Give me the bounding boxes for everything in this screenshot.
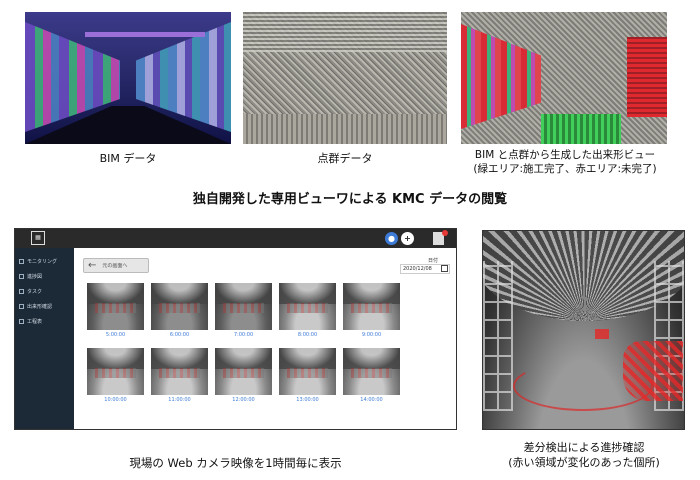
thumbnail-time: 5:00:00 <box>105 332 126 338</box>
panorama-caption: 差分検出による進捗確認 (赤い領域が変化のあった個所) <box>470 440 698 470</box>
camera-thumbnail[interactable]: 5:00:00 <box>87 283 144 338</box>
point-cloud-caption: 点群データ <box>317 152 373 165</box>
camera-thumbnail[interactable]: 11:00:00 <box>151 348 208 403</box>
camera-thumbnail[interactable]: 6:00:00 <box>151 283 208 338</box>
thumbnail-time: 12:00:00 <box>232 397 255 403</box>
section-heading: 独自開発した専用ビューワによる KMC データの閲覧 <box>192 192 508 207</box>
thumbnail-time: 13:00:00 <box>296 397 319 403</box>
thumbnail-image[interactable] <box>279 348 336 395</box>
thumbnail-time: 9:00:00 <box>361 332 382 338</box>
as-built-caption-line1: BIM と点群から生成した出来形ビュー <box>474 149 656 161</box>
add-button[interactable]: + <box>401 232 414 245</box>
bim-caption: BIM データ <box>99 152 157 165</box>
back-button-label: 元の画面へ <box>102 263 128 269</box>
thumbnail-image[interactable] <box>215 283 272 330</box>
sidebar-item-monitoring[interactable]: モニタリング <box>15 254 74 269</box>
panorama-diff-image <box>482 230 685 430</box>
viewer-caption: 現場の Web カメラ映像を1時間毎に表示 <box>129 456 342 470</box>
thumbnail-image[interactable] <box>151 283 208 330</box>
thumbnail-time: 10:00:00 <box>104 397 127 403</box>
camera-thumbnail[interactable]: 9:00:00 <box>343 283 400 338</box>
viewer-window: ▦ ● + モニタリング 進捗図 タスク 出来形確認 工程表 ← 元の画面へ 日… <box>14 228 457 430</box>
check-icon <box>19 289 24 294</box>
chart-icon <box>19 274 24 279</box>
main-content: ← 元の画面へ 日付 2020/12/08 5:00:00 6:00:00 7:… <box>74 248 456 429</box>
thumbnail-time: 14:00:00 <box>360 397 383 403</box>
sidebar-item-label: 出来形確認 <box>27 304 53 310</box>
calendar-icon[interactable] <box>441 265 448 272</box>
monitor-icon <box>19 259 24 264</box>
app-header: ▦ ● + <box>15 229 456 248</box>
sidebar-item-schedule[interactable]: 工程表 <box>15 314 74 329</box>
panorama-caption-line2: (赤い領域が変化のあった個所) <box>508 456 660 469</box>
sidebar-item-label: 工程表 <box>27 319 43 325</box>
table-icon <box>19 319 24 324</box>
sidebar-item-label: モニタリング <box>27 259 58 265</box>
back-button[interactable]: ← 元の画面へ <box>83 258 149 273</box>
thumbnail-time: 7:00:00 <box>233 332 254 338</box>
thumbnail-image[interactable] <box>87 283 144 330</box>
thumbnail-image[interactable] <box>151 348 208 395</box>
camera-thumbnail[interactable]: 13:00:00 <box>279 348 336 403</box>
panorama-caption-line1: 差分検出による進捗確認 <box>523 441 645 454</box>
sidebar-item-label: 進捗図 <box>27 274 43 280</box>
bim-data-image <box>25 12 231 144</box>
date-label: 日付 <box>428 258 439 264</box>
camera-thumbnail[interactable]: 10:00:00 <box>87 348 144 403</box>
thumbnail-image[interactable] <box>279 283 336 330</box>
as-built-view-image <box>461 12 667 144</box>
logo-icon: ▦ <box>31 231 45 245</box>
thumbnail-image[interactable] <box>343 283 400 330</box>
camera-thumbnail[interactable]: 12:00:00 <box>215 348 272 403</box>
thumbnail-image[interactable] <box>215 348 272 395</box>
as-built-caption: BIM と点群から生成した出来形ビュー (緑エリア:施工完了、赤エリア:未完了) <box>455 148 675 176</box>
sidebar-item-label: タスク <box>27 289 43 295</box>
camera-thumbnail[interactable]: 8:00:00 <box>279 283 336 338</box>
user-badge-button[interactable]: ● <box>385 232 398 245</box>
thumbnail-image[interactable] <box>343 348 400 395</box>
thumbnail-time: 8:00:00 <box>297 332 318 338</box>
grid-icon <box>19 304 24 309</box>
sidebar-item-progress[interactable]: 進捗図 <box>15 269 74 284</box>
arrow-left-icon: ← <box>88 259 97 271</box>
camera-thumbnail[interactable]: 14:00:00 <box>343 348 400 403</box>
thumbnail-image[interactable] <box>87 348 144 395</box>
thumbnail-time: 6:00:00 <box>169 332 190 338</box>
sidebar: モニタリング 進捗図 タスク 出来形確認 工程表 <box>15 248 74 429</box>
notification-badge <box>442 230 448 236</box>
point-cloud-image <box>243 12 447 144</box>
camera-thumbnail[interactable]: 7:00:00 <box>215 283 272 338</box>
thumbnail-time: 11:00:00 <box>168 397 191 403</box>
camera-thumbnail-grid: 5:00:00 6:00:00 7:00:00 8:00:00 9:00:00 … <box>87 283 400 403</box>
sidebar-item-task[interactable]: タスク <box>15 284 74 299</box>
sidebar-item-as-built[interactable]: 出来形確認 <box>15 299 74 314</box>
as-built-caption-line2: (緑エリア:施工完了、赤エリア:未完了) <box>473 163 657 175</box>
